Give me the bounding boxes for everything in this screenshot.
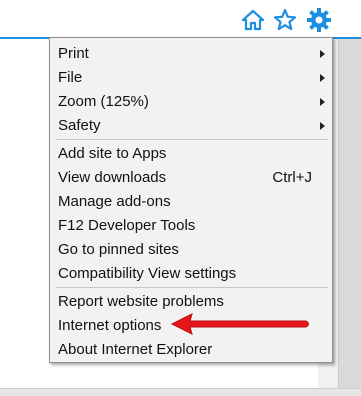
menu-item-label: Internet options: [58, 317, 162, 334]
submenu-arrow-icon: [320, 98, 325, 106]
menu-item-safety[interactable]: Safety: [50, 114, 332, 138]
menu-separator: [56, 139, 328, 140]
submenu-arrow-icon: [320, 74, 325, 82]
browser-toolbar: [0, 0, 361, 38]
menu-item-label: Zoom (125%): [58, 93, 149, 110]
tools-gear-icon[interactable]: [305, 6, 333, 34]
menu-item-label: Safety: [58, 117, 101, 134]
submenu-arrow-icon: [320, 122, 325, 130]
menu-item-about-internet-explorer[interactable]: About Internet Explorer: [50, 338, 332, 362]
menu-item-label: View downloads: [58, 169, 167, 186]
menu-item-manage-add-ons[interactable]: Manage add-ons: [50, 190, 332, 214]
menu-item-file[interactable]: File: [50, 66, 332, 90]
menu-item-shortcut: Ctrl+J: [272, 169, 312, 186]
home-icon[interactable]: [240, 7, 266, 33]
menu-item-print[interactable]: Print: [50, 42, 332, 66]
favorites-star-icon[interactable]: [272, 7, 298, 33]
menu-item-label: File: [58, 69, 83, 86]
menu-item-add-site-to-apps[interactable]: Add site to Apps: [50, 142, 332, 166]
red-arrow-annotation: [170, 313, 309, 335]
menu-separator: [56, 287, 328, 288]
menu-item-view-downloads[interactable]: View downloads Ctrl+J: [50, 166, 332, 190]
menu-item-label: Manage add-ons: [58, 193, 171, 210]
menu-item-label: Add site to Apps: [58, 145, 167, 162]
menu-item-report-website-problems[interactable]: Report website problems: [50, 290, 332, 314]
menu-item-label: Print: [58, 45, 89, 62]
menu-item-label: F12 Developer Tools: [58, 217, 196, 234]
menu-item-label: Report website problems: [58, 293, 224, 310]
menu-item-go-to-pinned-sites[interactable]: Go to pinned sites: [50, 238, 332, 262]
menu-item-label: Go to pinned sites: [58, 241, 179, 258]
menu-item-label: Compatibility View settings: [58, 265, 237, 282]
submenu-arrow-icon: [320, 50, 325, 58]
menu-item-label: About Internet Explorer: [58, 341, 213, 358]
menu-item-compatibility-view-settings[interactable]: Compatibility View settings: [50, 262, 332, 286]
menu-item-zoom[interactable]: Zoom (125%): [50, 90, 332, 114]
menu-item-f12-developer-tools[interactable]: F12 Developer Tools: [50, 214, 332, 238]
